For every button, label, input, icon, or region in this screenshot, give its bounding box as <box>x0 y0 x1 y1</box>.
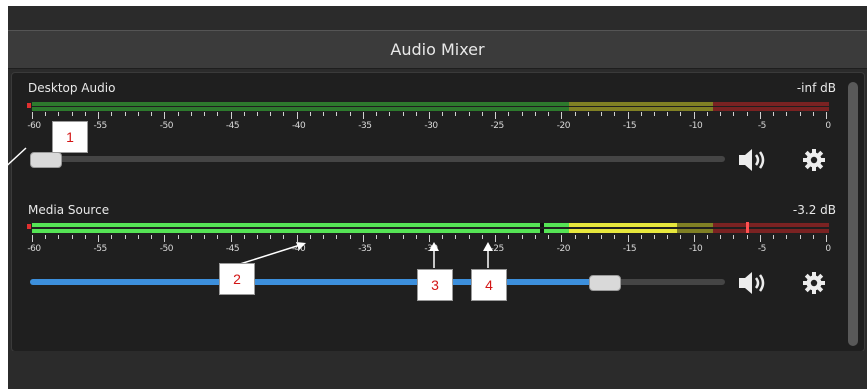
arrow-2-head <box>296 242 306 250</box>
callout-1: 1 <box>52 121 88 153</box>
arrow-1 <box>0 147 27 173</box>
callout-2: 2 <box>219 263 255 295</box>
callout-3: 3 <box>417 269 453 301</box>
arrow-2 <box>239 244 301 265</box>
callout-4: 4 <box>471 269 507 301</box>
arrow-4-head <box>483 242 493 251</box>
annotation-arrows <box>0 147 493 268</box>
arrow-3-head <box>429 242 439 251</box>
